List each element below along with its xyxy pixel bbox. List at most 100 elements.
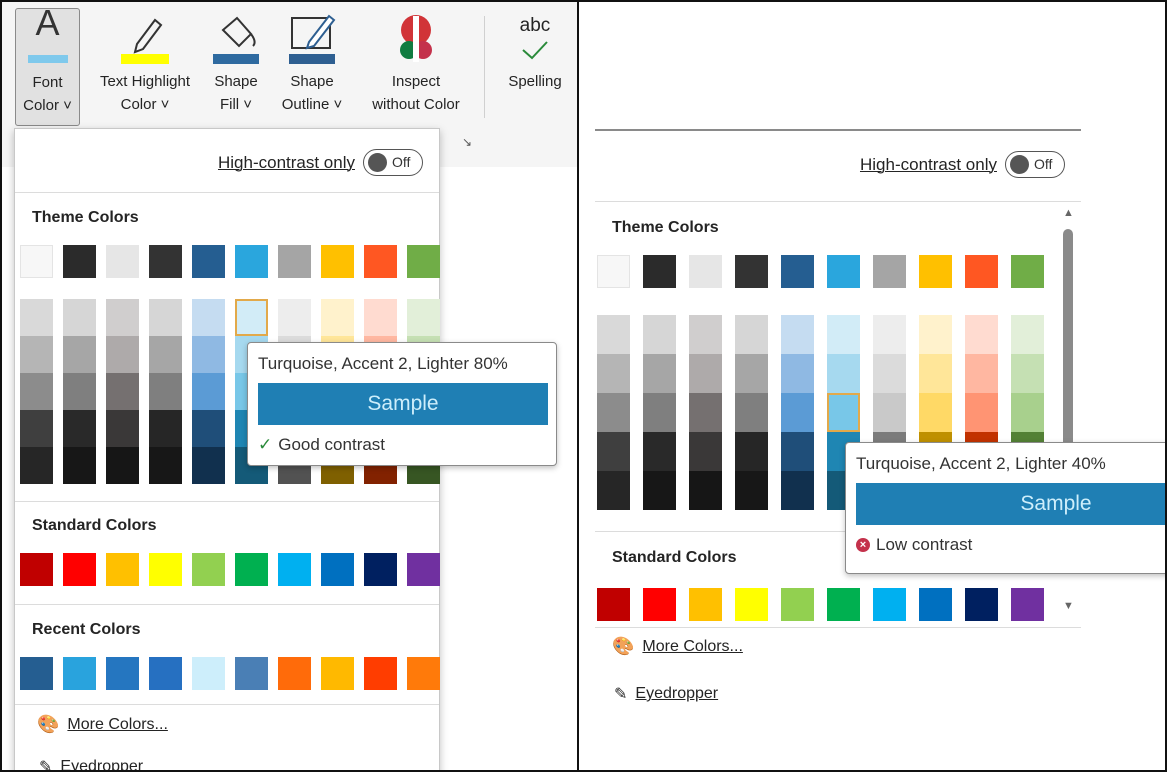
theme-shade-swatch[interactable]: [1011, 393, 1044, 432]
theme-shade-swatch[interactable]: [781, 315, 814, 354]
theme-shade-swatch[interactable]: [781, 471, 814, 510]
theme-shade-swatch[interactable]: [192, 410, 225, 447]
inspect-without-color-button[interactable]: Inspect without Color: [358, 8, 474, 116]
high-contrast-toggle[interactable]: Off: [363, 149, 423, 176]
theme-shade-swatch[interactable]: [321, 299, 354, 336]
theme-shade-swatch[interactable]: [873, 315, 906, 354]
theme-shade-swatch[interactable]: [873, 354, 906, 393]
theme-shade-swatch[interactable]: [20, 299, 53, 336]
theme-color-swatch[interactable]: [735, 255, 768, 288]
theme-shade-swatch[interactable]: [63, 447, 96, 484]
theme-shade-swatch[interactable]: [689, 432, 722, 471]
theme-color-swatch[interactable]: [919, 255, 952, 288]
theme-shade-swatch[interactable]: [919, 354, 952, 393]
theme-color-swatch[interactable]: [278, 245, 311, 278]
theme-shade-swatch[interactable]: [965, 354, 998, 393]
theme-shade-swatch[interactable]: [106, 336, 139, 373]
dialog-launcher-icon[interactable]: ↘: [462, 135, 472, 149]
theme-shade-swatch[interactable]: [192, 299, 225, 336]
shape-outline-button[interactable]: Shape Outline ˅: [268, 8, 356, 116]
theme-shade-swatch[interactable]: [965, 393, 998, 432]
recent-color-swatch[interactable]: [364, 657, 397, 690]
theme-shade-swatch[interactable]: [643, 393, 676, 432]
theme-shade-swatch[interactable]: [106, 299, 139, 336]
font-color-button[interactable]: A Font Color ˅: [15, 5, 80, 126]
theme-shade-swatch[interactable]: [20, 336, 53, 373]
scroll-down-arrow[interactable]: ▼: [1063, 600, 1074, 612]
standard-color-swatch[interactable]: [919, 588, 952, 621]
recent-color-swatch[interactable]: [20, 657, 53, 690]
theme-shade-swatch[interactable]: [106, 447, 139, 484]
theme-shade-swatch[interactable]: [735, 471, 768, 510]
theme-shade-swatch[interactable]: [919, 315, 952, 354]
theme-shade-swatch[interactable]: [643, 432, 676, 471]
theme-color-swatch[interactable]: [235, 245, 268, 278]
recent-color-swatch[interactable]: [235, 657, 268, 690]
standard-color-swatch[interactable]: [1011, 588, 1044, 621]
theme-shade-swatch[interactable]: [965, 315, 998, 354]
standard-color-swatch[interactable]: [735, 588, 768, 621]
selected-shade-swatch[interactable]: [827, 393, 860, 432]
theme-shade-swatch[interactable]: [643, 354, 676, 393]
standard-color-swatch[interactable]: [873, 588, 906, 621]
theme-shade-swatch[interactable]: [1011, 354, 1044, 393]
standard-color-swatch[interactable]: [63, 553, 96, 586]
theme-color-swatch[interactable]: [597, 255, 630, 288]
recent-color-swatch[interactable]: [63, 657, 96, 690]
theme-shade-swatch[interactable]: [20, 447, 53, 484]
standard-color-swatch[interactable]: [321, 553, 354, 586]
more-colors-item[interactable]: 🎨 More Colors...: [37, 714, 168, 735]
theme-shade-swatch[interactable]: [149, 336, 182, 373]
theme-color-swatch[interactable]: [321, 245, 354, 278]
theme-color-swatch[interactable]: [192, 245, 225, 278]
theme-shade-swatch[interactable]: [781, 432, 814, 471]
standard-color-swatch[interactable]: [20, 553, 53, 586]
theme-shade-swatch[interactable]: [20, 410, 53, 447]
theme-shade-swatch[interactable]: [827, 354, 860, 393]
recent-color-swatch[interactable]: [321, 657, 354, 690]
standard-color-swatch[interactable]: [781, 588, 814, 621]
recent-color-swatch[interactable]: [149, 657, 182, 690]
theme-shade-swatch[interactable]: [149, 447, 182, 484]
theme-shade-swatch[interactable]: [597, 393, 630, 432]
theme-shade-swatch[interactable]: [149, 299, 182, 336]
theme-color-swatch[interactable]: [149, 245, 182, 278]
theme-shade-swatch[interactable]: [407, 299, 440, 336]
theme-color-swatch[interactable]: [827, 255, 860, 288]
theme-shade-swatch[interactable]: [192, 447, 225, 484]
theme-shade-swatch[interactable]: [689, 315, 722, 354]
recent-color-swatch[interactable]: [106, 657, 139, 690]
standard-color-swatch[interactable]: [643, 588, 676, 621]
text-highlight-button[interactable]: Text Highlight Color ˅: [86, 8, 204, 116]
theme-shade-swatch[interactable]: [597, 315, 630, 354]
theme-shade-swatch[interactable]: [735, 315, 768, 354]
shape-fill-button[interactable]: Shape Fill ˅: [206, 8, 266, 116]
theme-color-swatch[interactable]: [689, 255, 722, 288]
theme-color-swatch[interactable]: [63, 245, 96, 278]
more-colors-item[interactable]: 🎨 More Colors...: [612, 636, 743, 657]
standard-color-swatch[interactable]: [149, 553, 182, 586]
theme-shade-swatch[interactable]: [735, 354, 768, 393]
theme-shade-swatch[interactable]: [192, 373, 225, 410]
selected-shade-swatch[interactable]: [235, 299, 268, 336]
recent-color-swatch[interactable]: [192, 657, 225, 690]
eyedropper-item[interactable]: ✎ Eyedropper: [39, 757, 143, 770]
eyedropper-item[interactable]: ✎ Eyedropper: [614, 684, 718, 704]
standard-color-swatch[interactable]: [106, 553, 139, 586]
theme-shade-swatch[interactable]: [1011, 315, 1044, 354]
high-contrast-toggle[interactable]: Off: [1005, 151, 1065, 178]
theme-shade-swatch[interactable]: [597, 432, 630, 471]
theme-color-swatch[interactable]: [873, 255, 906, 288]
theme-color-swatch[interactable]: [20, 245, 53, 278]
standard-color-swatch[interactable]: [597, 588, 630, 621]
theme-color-swatch[interactable]: [781, 255, 814, 288]
scroll-thumb[interactable]: [1063, 229, 1073, 459]
theme-shade-swatch[interactable]: [643, 471, 676, 510]
theme-shade-swatch[interactable]: [689, 471, 722, 510]
theme-shade-swatch[interactable]: [149, 410, 182, 447]
theme-shade-swatch[interactable]: [106, 373, 139, 410]
standard-color-swatch[interactable]: [689, 588, 722, 621]
theme-color-swatch[interactable]: [407, 245, 440, 278]
standard-color-swatch[interactable]: [192, 553, 225, 586]
theme-shade-swatch[interactable]: [63, 336, 96, 373]
